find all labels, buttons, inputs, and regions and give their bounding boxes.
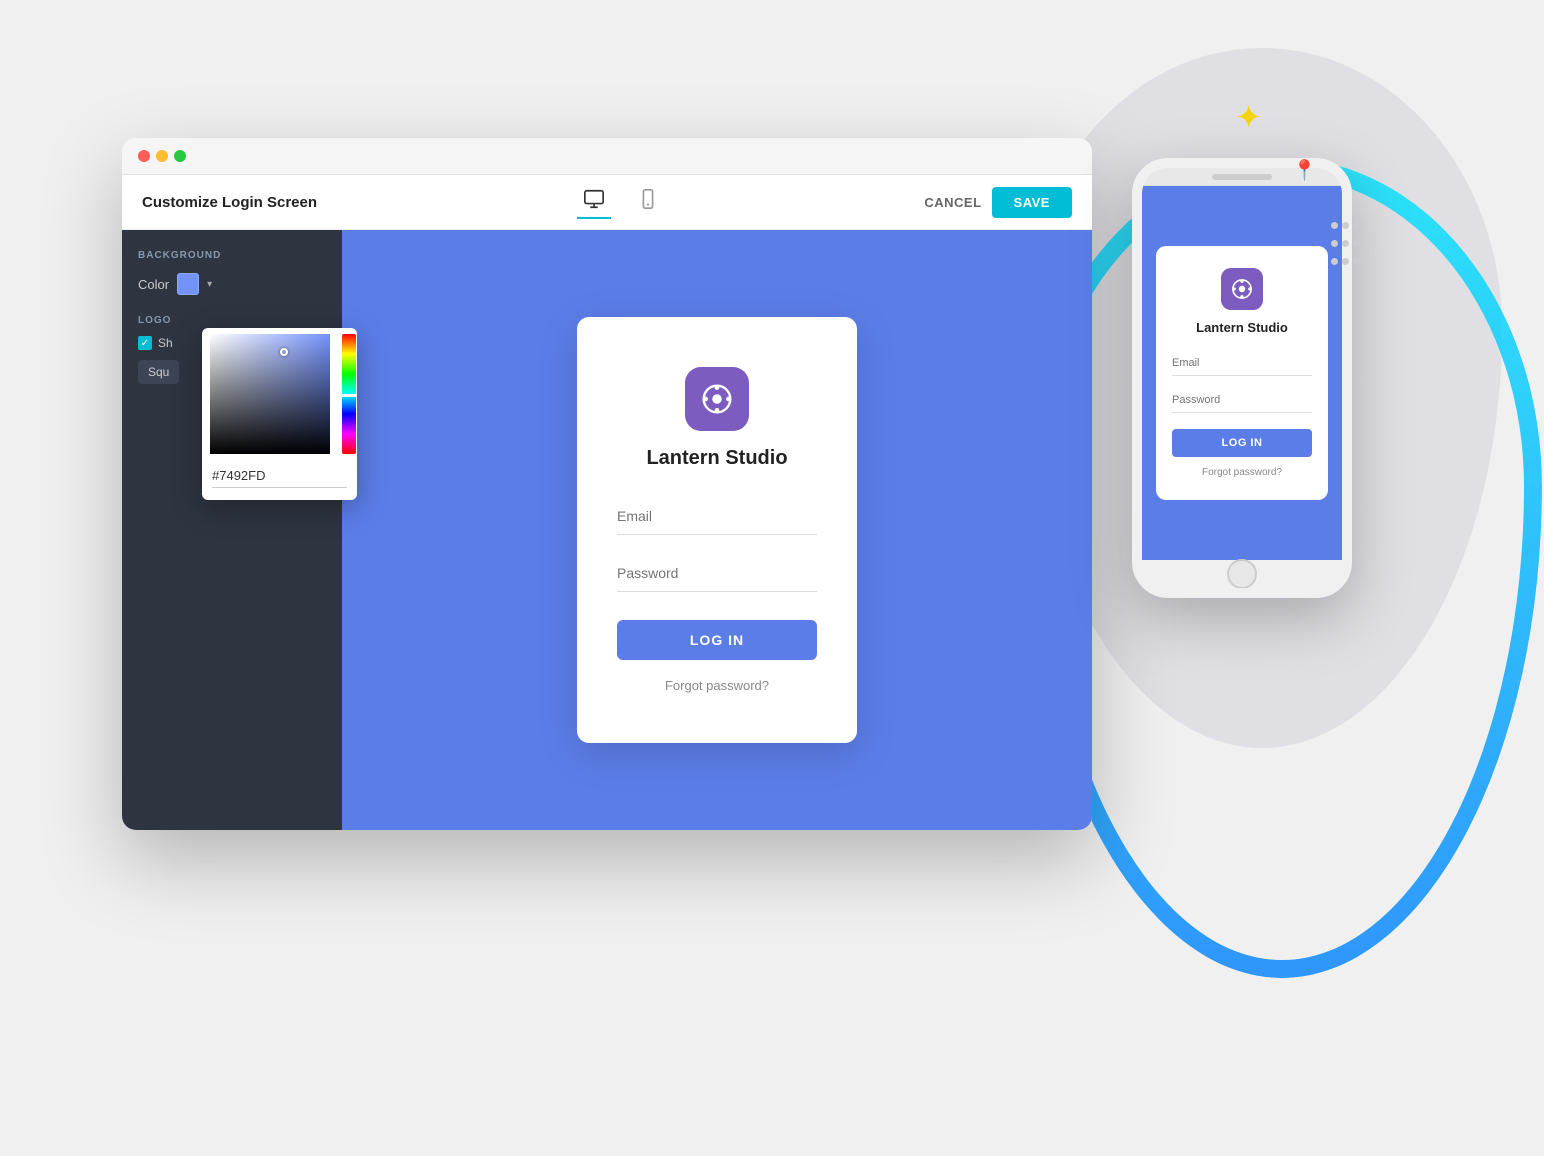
color-row: Color ▾ xyxy=(138,273,326,295)
close-button[interactable] xyxy=(138,150,150,162)
desktop-password-input[interactable] xyxy=(617,555,817,592)
hue-strip[interactable] xyxy=(342,334,356,454)
color-hex-input[interactable] xyxy=(212,464,347,488)
color-swatch[interactable] xyxy=(177,273,199,295)
window-toolbar: Customize Login Screen CAN xyxy=(122,175,1092,230)
desktop-view-button[interactable] xyxy=(577,185,611,219)
mobile-view-button[interactable] xyxy=(631,185,665,219)
show-logo-checkbox[interactable]: ✓ xyxy=(138,336,152,350)
decorative-dots xyxy=(1329,218,1362,272)
mobile-login-title: Lantern Studio xyxy=(1196,320,1288,335)
color-picker-body xyxy=(202,328,357,454)
hue-cursor[interactable] xyxy=(340,394,357,397)
star-icon: ✦ xyxy=(1235,98,1262,136)
phone-content: Lantern Studio LOG IN Forgot password? xyxy=(1142,186,1342,560)
minimize-button[interactable] xyxy=(156,150,168,162)
view-toggle-group xyxy=(577,185,665,219)
mobile-logo xyxy=(1221,268,1263,310)
desktop-email-input[interactable] xyxy=(617,498,817,535)
shape-button[interactable]: Squ xyxy=(138,360,179,384)
logo-section-label: LOGO xyxy=(138,315,326,326)
desktop-forgot-link[interactable]: Forgot password? xyxy=(665,678,769,693)
color-dropdown-arrow[interactable]: ▾ xyxy=(207,279,212,290)
gradient-canvas[interactable] xyxy=(210,334,330,454)
desktop-logo xyxy=(685,367,749,431)
save-button[interactable]: SAVE xyxy=(992,187,1072,218)
color-picker-popup[interactable] xyxy=(202,328,357,500)
color-label: Color xyxy=(138,277,169,292)
background-section-label: BACKGROUND xyxy=(138,250,326,261)
show-logo-label: Sh xyxy=(158,336,173,350)
phone-mockup: Lantern Studio LOG IN Forgot password? xyxy=(1132,158,1352,598)
cancel-button[interactable]: CANCEL xyxy=(924,195,981,210)
sidebar: BACKGROUND Color ▾ LOGO ✓ Sh Squ xyxy=(122,230,342,830)
pin-icon: 📍 xyxy=(1292,158,1317,183)
window-body: BACKGROUND Color ▾ LOGO ✓ Sh Squ xyxy=(122,230,1092,830)
preview-area: Lantern Studio LOG IN Forgot password? xyxy=(342,230,1092,830)
mac-window: Customize Login Screen CAN xyxy=(122,138,1092,830)
checkmark-icon: ✓ xyxy=(141,338,149,349)
desktop-login-card: Lantern Studio LOG IN Forgot password? xyxy=(577,317,857,743)
desktop-login-button[interactable]: LOG IN xyxy=(617,620,817,660)
phone-bottom-bar xyxy=(1142,560,1342,588)
mobile-login-button[interactable]: LOG IN xyxy=(1172,429,1312,457)
window-title: Customize Login Screen xyxy=(142,194,317,211)
maximize-button[interactable] xyxy=(174,150,186,162)
mac-window-buttons xyxy=(138,150,186,162)
mobile-login-card: Lantern Studio LOG IN Forgot password? xyxy=(1156,246,1328,500)
toolbar-actions: CANCEL SAVE xyxy=(924,187,1072,218)
mobile-password-input[interactable] xyxy=(1172,388,1312,413)
phone-notch-bar xyxy=(1212,174,1272,180)
phone-home-button[interactable] xyxy=(1227,559,1257,589)
gradient-cursor[interactable] xyxy=(280,348,288,356)
color-hex-row xyxy=(202,454,357,488)
desktop-login-title: Lantern Studio xyxy=(646,447,787,470)
mobile-forgot-link[interactable]: Forgot password? xyxy=(1202,467,1282,478)
mobile-email-input[interactable] xyxy=(1172,351,1312,376)
mac-titlebar xyxy=(122,138,1092,175)
